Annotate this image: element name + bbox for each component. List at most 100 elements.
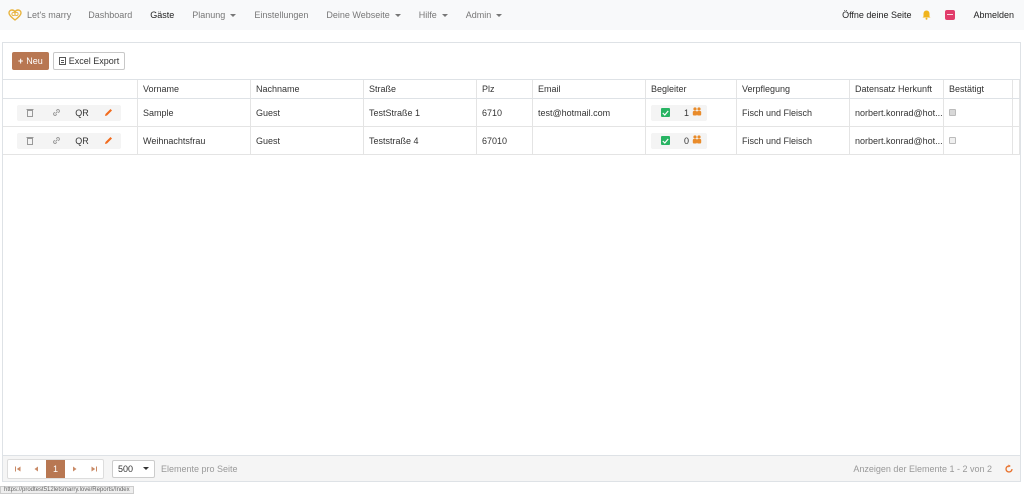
plus-icon: + bbox=[18, 56, 24, 66]
nav-right: Öffne deine Seite Abmelden bbox=[842, 0, 1014, 30]
bell-icon[interactable] bbox=[921, 10, 931, 20]
pager-info: Anzeigen der Elemente 1 - 2 von 2 bbox=[853, 464, 992, 474]
guests-grid: Vorname Nachname Straße Plz Email Beglei… bbox=[3, 79, 1020, 155]
chevron-down-icon bbox=[143, 467, 149, 470]
nav-item-label: Admin bbox=[465, 10, 492, 20]
brand-name: Let's marry bbox=[27, 10, 72, 20]
people-icon[interactable] bbox=[692, 107, 702, 118]
cell-email: test@hotmail.com bbox=[533, 99, 646, 126]
nav-item-label: Planung bbox=[192, 10, 226, 20]
column-header-bestaetigt[interactable]: Bestätigt bbox=[944, 80, 1013, 98]
cell-herkunft: norbert.konrad@hot... bbox=[850, 127, 944, 154]
row-scroll-spacer bbox=[1013, 127, 1020, 154]
cell-strasse: TestStraße 1 bbox=[364, 99, 477, 126]
checkbox-icon[interactable] bbox=[661, 136, 670, 145]
row-action-group: QR bbox=[17, 104, 121, 121]
prev-page-icon[interactable] bbox=[27, 460, 46, 478]
browser-status-url: https://prodtest512letsmarry.love/Report… bbox=[0, 486, 134, 494]
excel-button-label: Excel Export bbox=[68, 56, 120, 66]
confirmed-checkbox[interactable] bbox=[949, 137, 956, 144]
cell-nachname: Guest bbox=[251, 99, 364, 126]
begleiter-count: 1 bbox=[684, 107, 690, 118]
begleiter-count: 0 bbox=[684, 135, 690, 146]
cell-verpflegung: Fisch und Fleisch bbox=[737, 127, 850, 154]
nav-item-label: Hilfe bbox=[418, 10, 437, 20]
confirmed-checkbox[interactable] bbox=[949, 109, 956, 116]
first-page-icon[interactable] bbox=[8, 460, 27, 478]
people-icon[interactable] bbox=[692, 135, 702, 146]
nav-item-label: Gäste bbox=[150, 10, 175, 20]
main-nav: Dashboard Gäste Planung Einstellungen Deine … bbox=[79, 10, 511, 20]
cell-email bbox=[533, 127, 646, 154]
chevron-down-icon bbox=[230, 13, 237, 17]
chevron-down-icon bbox=[496, 13, 503, 17]
trash-icon[interactable] bbox=[17, 105, 43, 121]
excel-export-button[interactable]: Excel Export bbox=[52, 52, 126, 70]
page-size-select[interactable]: 500 bbox=[112, 459, 155, 478]
grid-header: Vorname Nachname Straße Plz Email Beglei… bbox=[3, 79, 1020, 99]
nav-item-admin[interactable]: Admin bbox=[457, 10, 512, 20]
nav-item-deine-webseite[interactable]: Deine Webseite bbox=[317, 10, 409, 20]
open-site-link[interactable]: Öffne deine Seite bbox=[842, 10, 911, 20]
flag-icon[interactable] bbox=[945, 10, 956, 20]
page-size-value: 500 bbox=[118, 463, 134, 474]
nav-item-hilfe[interactable]: Hilfe bbox=[410, 10, 457, 20]
column-header-begleiter[interactable]: Begleiter bbox=[646, 80, 737, 98]
begleiter-group: 1 bbox=[651, 104, 708, 121]
column-header-strasse[interactable]: Straße bbox=[364, 80, 477, 98]
chevron-down-icon bbox=[394, 13, 401, 17]
new-guest-button[interactable]: + Neu bbox=[12, 52, 49, 70]
cell-begleiter: 1 bbox=[646, 99, 737, 126]
cell-verpflegung: Fisch und Fleisch bbox=[737, 99, 850, 126]
nav-item-gäste[interactable]: Gäste bbox=[141, 10, 183, 20]
cell-plz: 67010 bbox=[477, 127, 533, 154]
new-button-label: Neu bbox=[26, 56, 43, 66]
last-page-icon[interactable] bbox=[84, 460, 103, 478]
pager-buttons: 1 bbox=[7, 458, 104, 479]
cell-nachname: Guest bbox=[251, 127, 364, 154]
begleiter-group: 0 bbox=[651, 132, 708, 149]
qr-button[interactable]: QR bbox=[69, 133, 95, 149]
refresh-icon[interactable] bbox=[1004, 464, 1014, 474]
brand-link[interactable]: Let's marry bbox=[8, 9, 71, 21]
column-header-vorname[interactable]: Vorname bbox=[138, 80, 251, 98]
logout-link[interactable]: Abmelden bbox=[973, 10, 1014, 20]
nav-item-label: Einstellungen bbox=[254, 10, 309, 20]
cell-strasse: Teststraße 4 bbox=[364, 127, 477, 154]
cell-vorname: Sample bbox=[138, 99, 251, 126]
current-page-button[interactable]: 1 bbox=[46, 459, 65, 478]
qr-button[interactable]: QR bbox=[69, 105, 95, 121]
link-icon[interactable] bbox=[43, 105, 69, 121]
nav-item-planung[interactable]: Planung bbox=[183, 10, 245, 20]
nav-item-einstellungen[interactable]: Einstellungen bbox=[245, 10, 317, 20]
row-action-group: QR bbox=[17, 132, 121, 149]
trash-icon[interactable] bbox=[17, 133, 43, 149]
next-page-icon[interactable] bbox=[65, 460, 84, 478]
column-header-verpflegung[interactable]: Verpflegung bbox=[737, 80, 850, 98]
column-header-actions bbox=[3, 80, 138, 98]
table-row[interactable]: QR Sample Guest TestStraße 1 6710 test@h… bbox=[3, 99, 1020, 127]
checkbox-icon[interactable] bbox=[661, 108, 670, 117]
cell-plz: 6710 bbox=[477, 99, 533, 126]
column-header-plz[interactable]: Plz bbox=[477, 80, 533, 98]
header-scroll-spacer bbox=[1013, 80, 1020, 98]
row-scroll-spacer bbox=[1013, 99, 1020, 126]
cell-bestaetigt bbox=[944, 99, 1013, 126]
nav-item-dashboard[interactable]: Dashboard bbox=[79, 10, 141, 20]
column-header-email[interactable]: Email bbox=[533, 80, 646, 98]
row-actions: QR bbox=[3, 127, 138, 154]
page-size-label: Elemente pro Seite bbox=[161, 463, 238, 474]
cell-bestaetigt bbox=[944, 127, 1013, 154]
nav-item-label: Deine Webseite bbox=[326, 10, 390, 20]
document-icon bbox=[58, 57, 66, 65]
link-icon[interactable] bbox=[43, 133, 69, 149]
grid-toolbar: + Neu Excel Export bbox=[12, 52, 126, 70]
pencil-icon[interactable] bbox=[95, 133, 121, 149]
pencil-icon[interactable] bbox=[95, 105, 121, 121]
guests-panel: + Neu Excel Export Vorname Nachname Stra… bbox=[2, 42, 1021, 482]
cell-herkunft: norbert.konrad@hot... bbox=[850, 99, 944, 126]
nav-item-label: Dashboard bbox=[88, 10, 133, 20]
column-header-nachname[interactable]: Nachname bbox=[251, 80, 364, 98]
table-row[interactable]: QR Weihnachtsfrau Guest Teststraße 4 670… bbox=[3, 127, 1020, 155]
column-header-herkunft[interactable]: Datensatz Herkunft bbox=[850, 80, 944, 98]
